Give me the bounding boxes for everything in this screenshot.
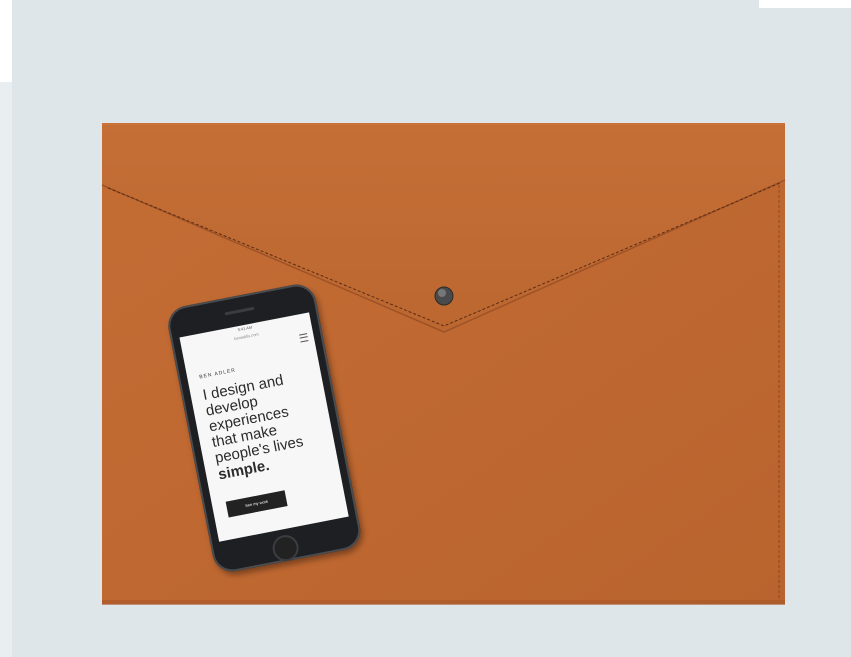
envelope-bottom-shadow <box>102 600 785 605</box>
hamburger-menu-icon <box>299 333 309 343</box>
see-my-work-button: See my work <box>225 490 288 518</box>
site-brand: BEN ADLER <box>198 367 237 381</box>
snap-button-highlight <box>438 289 446 297</box>
hero-headline: I design and develop experiences that ma… <box>201 371 305 467</box>
envelope-scene <box>101 123 786 605</box>
